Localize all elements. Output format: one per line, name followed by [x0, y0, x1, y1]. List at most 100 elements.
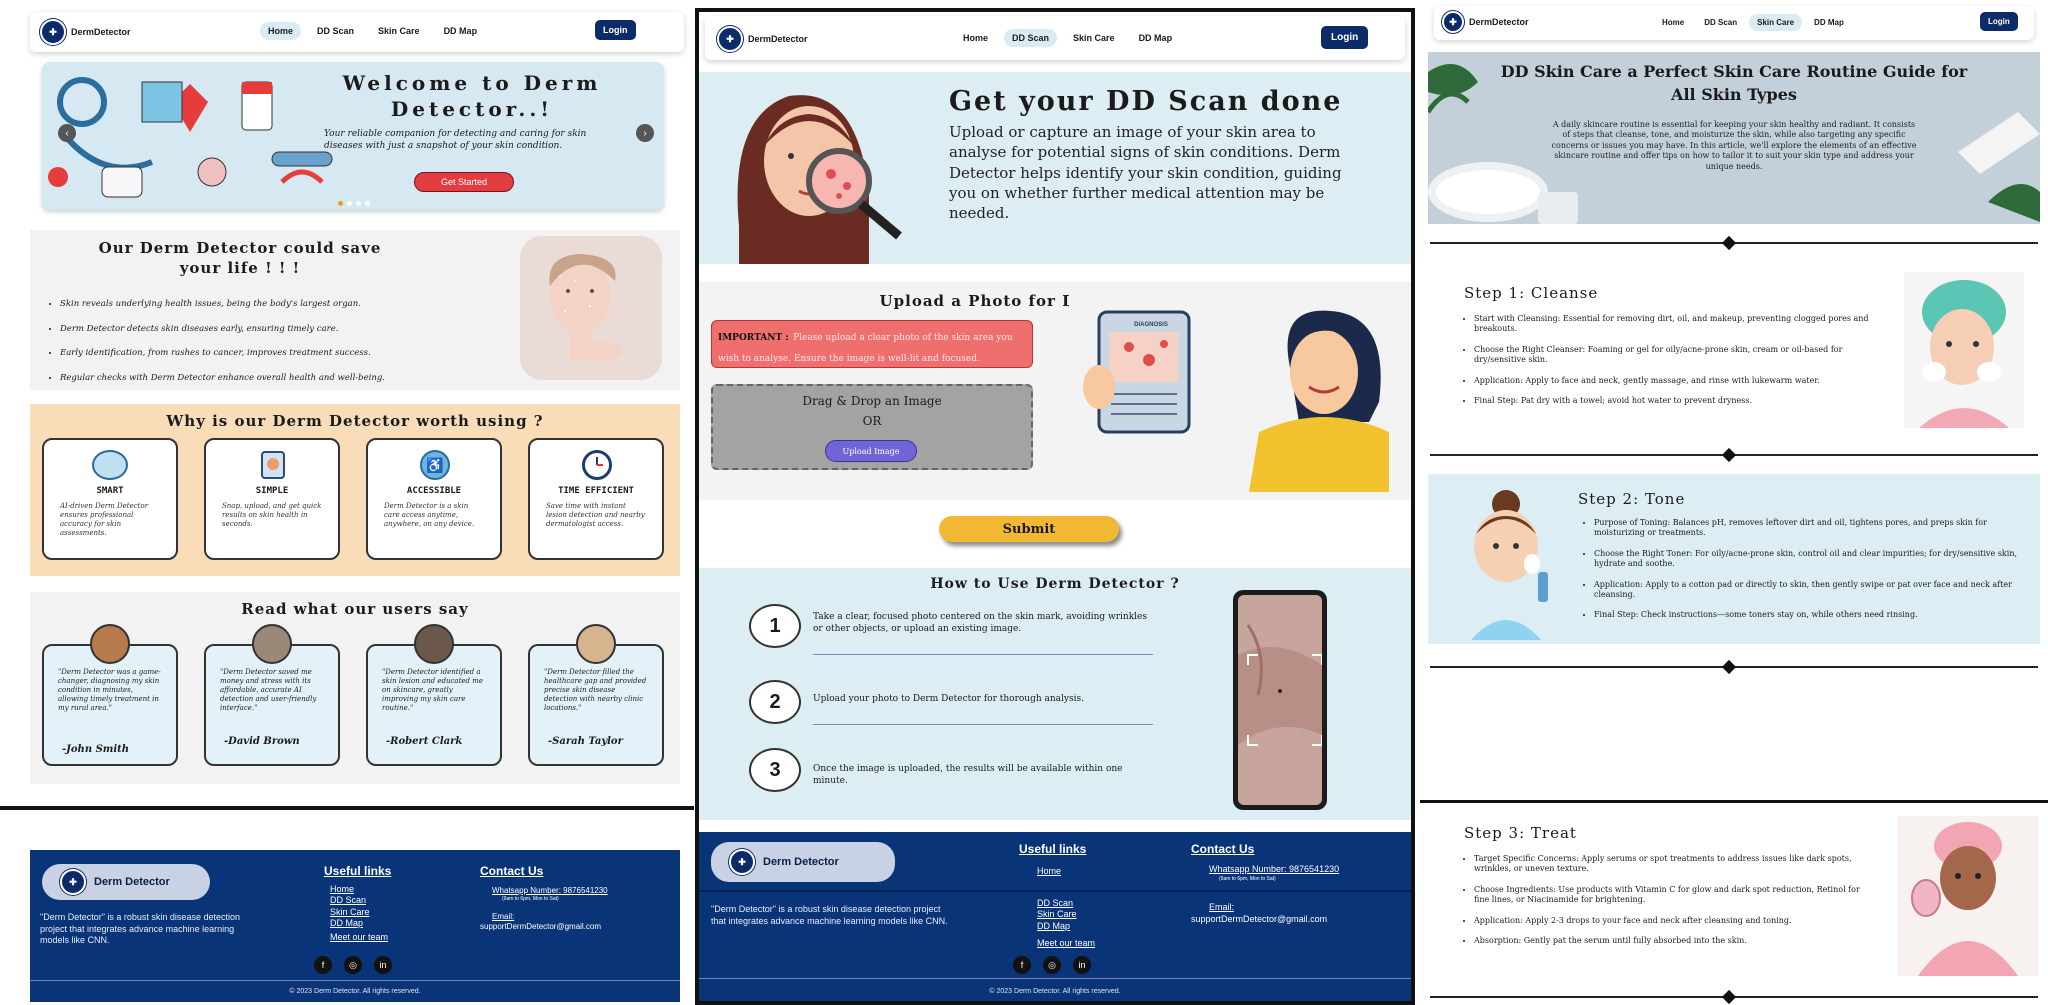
linkedin-icon[interactable]: in	[374, 956, 392, 974]
nav-dd-scan[interactable]: DD Scan	[1004, 29, 1058, 47]
footer-link-skin-care[interactable]: Skin Care	[330, 907, 370, 918]
brand-logo[interactable]: ✚ DermDetector	[40, 19, 131, 45]
footer-logo[interactable]: ✚ Derm Detector	[42, 864, 210, 900]
reviewer-name: -John Smith	[62, 744, 130, 755]
instagram-icon[interactable]: ◎	[1043, 956, 1061, 974]
logo-badge-icon: ✚	[717, 26, 743, 52]
navbar: ✚ DermDetector Home DD Scan Skin Care DD…	[30, 12, 684, 52]
carousel-dot[interactable]	[347, 201, 352, 206]
meet-team-link[interactable]: Meet our team	[1037, 938, 1095, 949]
get-started-button[interactable]: Get Started	[414, 172, 514, 192]
avatar	[414, 624, 454, 664]
review-text: "Derm Detector identified a skin lesion …	[382, 668, 484, 713]
carousel-dot[interactable]	[356, 201, 361, 206]
footer: ✚ Derm Detector "Derm Detector" is a rob…	[699, 832, 1411, 1001]
save-life-section: Our Derm Detector could save your life !…	[30, 230, 680, 390]
nav-home[interactable]: Home	[260, 22, 302, 40]
logo-badge-icon: ✚	[729, 849, 755, 875]
worth-title: Why is our Derm Detector worth using ?	[166, 412, 544, 430]
step-number: 1	[749, 604, 801, 648]
brain-icon	[92, 450, 128, 480]
carousel-next-button[interactable]: ›	[636, 124, 654, 142]
or-text: OR	[862, 414, 882, 428]
nav-skin-care[interactable]: Skin Care	[1065, 29, 1123, 47]
divider-diamond-icon	[1721, 235, 1737, 251]
section-divider	[0, 806, 694, 810]
whatsapp-number[interactable]: Whatsapp Number: 9876541230	[1209, 864, 1339, 875]
facebook-icon[interactable]: f	[314, 956, 332, 974]
step-point: Final Step: Pat dry with a towel; avoid …	[1474, 396, 1874, 406]
carousel-dot-active[interactable]	[338, 201, 343, 206]
logo-badge-icon: ✚	[40, 19, 66, 45]
nav-dd-map[interactable]: DD Map	[1806, 14, 1852, 31]
feature-text: AI-driven Derm Detector ensures professi…	[60, 502, 149, 538]
carousel-prev-button[interactable]: ‹	[58, 124, 76, 142]
submit-button[interactable]: Submit	[939, 516, 1119, 542]
nav-home[interactable]: Home	[1654, 14, 1692, 31]
step-number: 2	[749, 680, 801, 724]
nav-dd-map[interactable]: DD Map	[436, 22, 486, 40]
copyright: © 2023 Derm Detector. All rights reserve…	[289, 988, 421, 995]
footer: ✚ Derm Detector "Derm Detector" is a rob…	[30, 850, 680, 1002]
step-title: Step 3: Treat	[1464, 824, 1577, 842]
step-text: Once the image is uploaded, the results …	[813, 764, 1123, 786]
facebook-icon[interactable]: f	[1013, 956, 1031, 974]
upload-image-button[interactable]: Upload Image	[825, 440, 917, 462]
phone-diagnosis-label: DIAGNOSIS	[1134, 322, 1168, 328]
step-point: Purpose of Toning: Balances pH, removes …	[1594, 518, 2034, 539]
woman-toning-illustration	[1456, 484, 1556, 640]
footer-link-dd-scan[interactable]: DD Scan	[1037, 898, 1077, 909]
nav-dd-scan[interactable]: DD Scan	[309, 22, 362, 40]
step-cleanse: Step 1: Cleanse Start with Cleansing: Es…	[1428, 262, 2040, 432]
step-text: Take a clear, focused photo centered on …	[813, 612, 1147, 634]
email-address[interactable]: supportDermDetector@gmail.com	[1191, 914, 1327, 925]
footer-link-dd-map[interactable]: DD Map	[330, 918, 370, 929]
login-button[interactable]: Login	[595, 20, 636, 40]
step-points: Start with Cleansing: Essential for remo…	[1474, 314, 1874, 406]
nav-skin-care[interactable]: Skin Care	[370, 22, 428, 40]
email-address[interactable]: supportDermDetector@gmail.com	[480, 922, 601, 932]
linkedin-icon[interactable]: in	[1073, 956, 1091, 974]
important-label: IMPORTANT :	[718, 333, 789, 343]
footer-link-dd-scan[interactable]: DD Scan	[330, 895, 370, 906]
nav-home[interactable]: Home	[955, 29, 996, 47]
feature-card-simple: SIMPLE Snap, upload, and get quick resul…	[204, 438, 340, 560]
brand-logo[interactable]: ✚ DermDetector	[1442, 11, 1529, 33]
login-button[interactable]: Login	[1980, 12, 2018, 31]
review-card: "Derm Detector identified a skin lesion …	[366, 624, 502, 766]
whatsapp-number[interactable]: Whatsapp Number: 9876541230	[492, 886, 608, 896]
step-underline	[813, 654, 1153, 655]
nav-links: Home DD Scan Skin Care DD Map	[1654, 14, 1852, 31]
footer-link-home[interactable]: Home	[330, 884, 370, 895]
carousel-dot[interactable]	[365, 201, 370, 206]
footer-link-dd-map[interactable]: DD Map	[1037, 921, 1077, 932]
drop-zone[interactable]: Drag & Drop an Image OR Upload Image	[711, 384, 1033, 470]
login-button[interactable]: Login	[1321, 26, 1369, 49]
nav-dd-map[interactable]: DD Map	[1131, 29, 1181, 47]
contact-title: Contact Us	[480, 864, 544, 878]
reviewer-name: -Robert Clark	[386, 736, 463, 747]
brand-logo[interactable]: ✚ DermDetector	[717, 26, 808, 52]
medical-illustration	[48, 77, 333, 198]
step-point: Application: Apply 2-3 drops to your fac…	[1474, 916, 1874, 926]
carousel-dots	[338, 201, 370, 206]
feature-title: ACCESSIBLE	[406, 486, 462, 496]
reviews-title: Read what our users say	[241, 600, 469, 618]
footer-logo[interactable]: ✚ Derm Detector	[711, 842, 895, 882]
footer-link-home[interactable]: Home	[1037, 866, 1061, 877]
step-tone: Step 2: Tone Purpose of Toning: Balances…	[1428, 474, 2040, 644]
nav-skin-care[interactable]: Skin Care	[1749, 14, 1803, 31]
skincare-title: DD Skin Care a Perfect Skin Care Routine…	[1500, 62, 1968, 105]
step-point: Target Specific Concerns: Apply serums o…	[1474, 854, 1874, 875]
divider-diamond-icon	[1721, 989, 1737, 1005]
copyright: © 2023 Derm Detector. All rights reserve…	[989, 988, 1121, 995]
instagram-icon[interactable]: ◎	[344, 956, 362, 974]
logo-badge-icon: ✚	[60, 869, 86, 895]
section-divider	[1420, 800, 2048, 803]
divider-diamond-icon	[1721, 659, 1737, 675]
footer-link-skin-care[interactable]: Skin Care	[1037, 909, 1077, 920]
review-text: "Derm Detector was a game-changer, diagn…	[58, 668, 161, 713]
nav-dd-scan[interactable]: DD Scan	[1696, 14, 1745, 31]
important-note: IMPORTANT : Please upload a clear photo …	[711, 320, 1033, 368]
meet-team-link[interactable]: Meet our team	[330, 932, 388, 943]
